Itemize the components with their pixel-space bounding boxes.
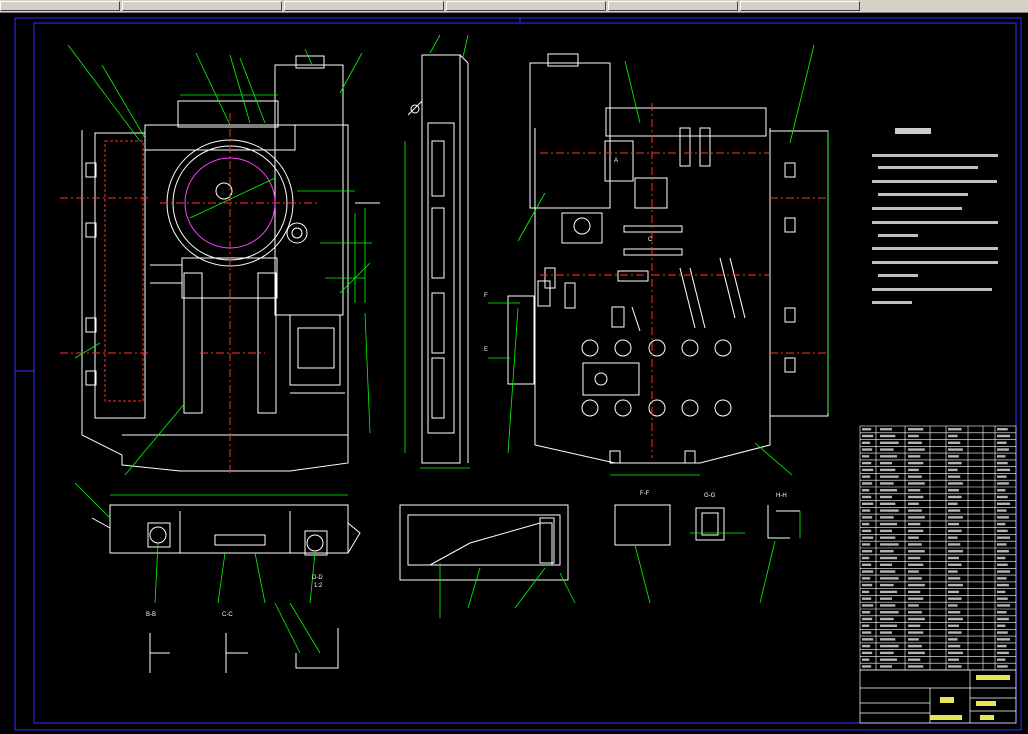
taskbar bbox=[0, 0, 1028, 13]
taskbar-button-6[interactable] bbox=[740, 1, 860, 11]
label-bb: B-B bbox=[146, 612, 156, 618]
label-cc: C-C bbox=[222, 612, 233, 618]
label-ff: F-F bbox=[640, 491, 650, 497]
label-hh: H-H bbox=[776, 493, 787, 499]
label-c: C bbox=[648, 237, 653, 243]
label-f: F bbox=[484, 293, 488, 299]
taskbar-button-3[interactable] bbox=[284, 1, 444, 11]
taskbar-button-4[interactable] bbox=[446, 1, 606, 11]
label-dd: D-D bbox=[312, 575, 323, 581]
label-e: E bbox=[484, 347, 488, 353]
label-gg: G-G bbox=[704, 493, 716, 499]
label-a: A bbox=[614, 158, 618, 164]
taskbar-button-2[interactable] bbox=[122, 1, 282, 11]
taskbar-button-5[interactable] bbox=[608, 1, 738, 11]
cad-drawing-canvas[interactable]: A C E F F-F G-G H-H D-D 1:2 B-B C-C bbox=[0, 13, 1028, 734]
label-dd-scale: 1:2 bbox=[314, 583, 323, 589]
taskbar-button-1[interactable] bbox=[0, 1, 120, 11]
